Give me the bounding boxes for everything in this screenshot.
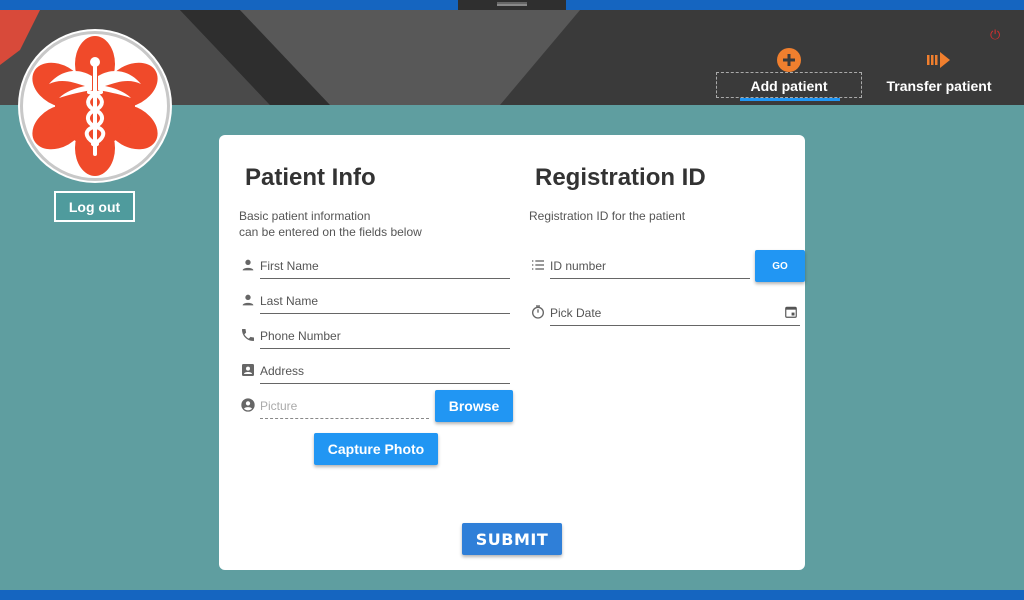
patient-info-subtitle-line1: Basic patient information: [239, 209, 371, 223]
plus-circle-icon: [776, 46, 802, 74]
numbered-list-icon: [532, 260, 544, 270]
person-icon: [242, 259, 254, 271]
pick-date-field[interactable]: [530, 300, 800, 326]
pick-date-input[interactable]: [550, 300, 780, 325]
field-underline: [260, 278, 510, 279]
phone-number-input[interactable]: [260, 323, 510, 348]
id-number-field[interactable]: [530, 253, 750, 279]
first-name-field[interactable]: [240, 253, 510, 279]
picture-input[interactable]: [260, 393, 429, 418]
stopwatch-icon: [532, 305, 544, 319]
patient-info-subtitle: Basic patient information can be entered…: [239, 208, 422, 240]
registration-id-title: Registration ID: [535, 164, 706, 191]
field-underline: [550, 278, 750, 279]
active-tab-indicator: [740, 98, 840, 101]
address-field[interactable]: [240, 358, 510, 384]
nav-transfer-patient[interactable]: Transfer patient: [866, 40, 1012, 104]
last-name-input[interactable]: [260, 288, 510, 313]
picture-field[interactable]: [240, 393, 429, 419]
browse-button[interactable]: Browse: [435, 390, 513, 422]
submit-button[interactable]: SUBMIT: [462, 523, 562, 555]
field-underline: [550, 325, 800, 326]
window-drag-handle[interactable]: [458, 0, 566, 10]
phone-number-field[interactable]: [240, 323, 510, 349]
nav-focus-frame: [716, 72, 862, 98]
field-underline: [260, 313, 510, 314]
id-number-input[interactable]: [550, 253, 750, 278]
power-icon[interactable]: ⏻: [990, 28, 1000, 41]
transfer-arrow-icon: [925, 46, 953, 74]
field-underline: [260, 418, 429, 419]
patient-info-title: Patient Info: [245, 164, 376, 191]
first-name-input[interactable]: [260, 253, 510, 278]
nav-add-patient[interactable]: Add patient: [716, 40, 862, 104]
patient-info-subtitle-line2: can be entered on the fields below: [239, 225, 422, 239]
logout-button[interactable]: Log out: [54, 191, 135, 222]
account-circle-icon: [241, 398, 255, 412]
calendar-icon[interactable]: [784, 305, 798, 319]
phone-icon: [242, 329, 254, 341]
capture-photo-button[interactable]: Capture Photo: [314, 433, 438, 465]
registration-id-subtitle: Registration ID for the patient: [529, 209, 686, 223]
nav-transfer-patient-label: Transfer patient: [886, 78, 992, 94]
person-icon: [242, 294, 254, 306]
field-underline: [260, 383, 510, 384]
patient-form-card: Patient Info Basic patient information c…: [219, 135, 805, 570]
address-input[interactable]: [260, 358, 510, 383]
go-button[interactable]: GO: [755, 250, 805, 282]
bottom-window-strip: [0, 590, 1024, 600]
medical-star-logo-icon: [32, 36, 158, 176]
field-underline: [260, 348, 510, 349]
last-name-field[interactable]: [240, 288, 510, 314]
contact-card-icon: [242, 364, 254, 376]
app-logo: [20, 31, 170, 181]
